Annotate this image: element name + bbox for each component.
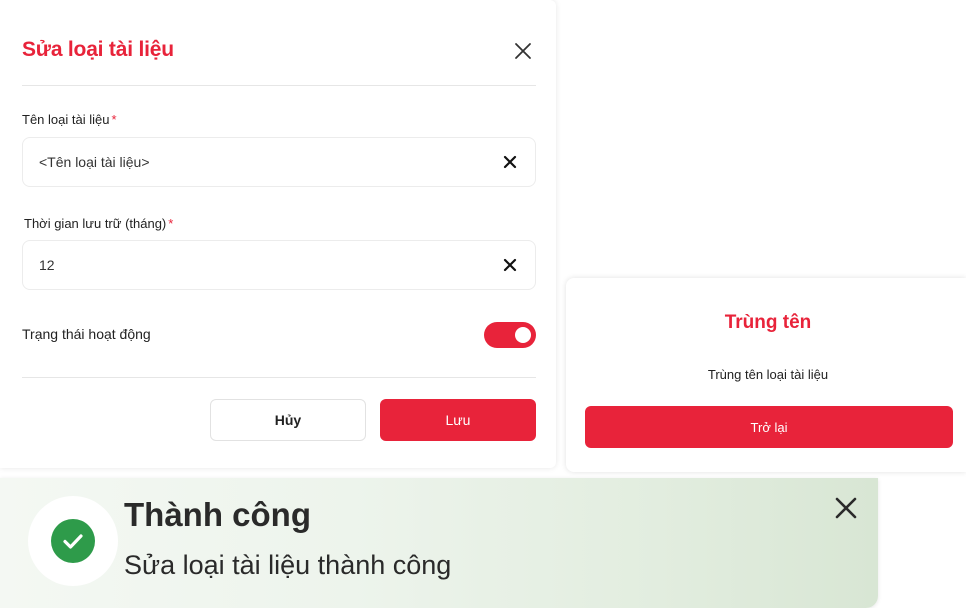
cancel-button[interactable]: Hủy <box>210 399 366 441</box>
modal-title: Sửa loại tài liệu <box>22 38 174 61</box>
check-circle-icon <box>51 519 95 563</box>
document-type-name-field <box>22 137 536 187</box>
active-status-label: Trạng thái hoạt động <box>22 326 151 342</box>
active-status-toggle[interactable] <box>484 322 536 348</box>
clear-icon[interactable] <box>503 258 517 272</box>
retention-period-field <box>22 240 536 290</box>
duplicate-name-dialog: Trùng tên Trùng tên loại tài liệu Trở lạ… <box>566 278 966 472</box>
clear-icon[interactable] <box>503 155 517 169</box>
dialog-message: Trùng tên loại tài liệu <box>707 367 829 382</box>
document-type-name-label: Tên loại tài liệu * <box>22 112 117 127</box>
toast-message: Sửa loại tài liệu thành công <box>124 550 452 580</box>
document-type-name-input[interactable] <box>39 138 479 186</box>
save-button[interactable]: Lưu <box>380 399 536 441</box>
edit-document-type-modal: Sửa loại tài liệu Tên loại tài liệu* Thờ… <box>0 0 556 468</box>
retention-period-label: Thời gian lưu trữ (tháng) * <box>24 216 174 231</box>
toast-icon-container <box>28 496 118 586</box>
success-toast: Thành công Sửa loại tài liệu thành công <box>0 478 878 608</box>
retention-period-input[interactable] <box>39 241 479 289</box>
dialog-title: Trùng tên <box>724 312 812 333</box>
toggle-knob <box>515 327 531 343</box>
close-icon[interactable] <box>510 38 536 64</box>
header-divider <box>22 85 536 86</box>
footer-divider <box>22 377 536 378</box>
back-button[interactable]: Trở lại <box>585 406 953 448</box>
close-icon[interactable] <box>832 494 860 522</box>
toast-title: Thành công <box>124 496 311 533</box>
